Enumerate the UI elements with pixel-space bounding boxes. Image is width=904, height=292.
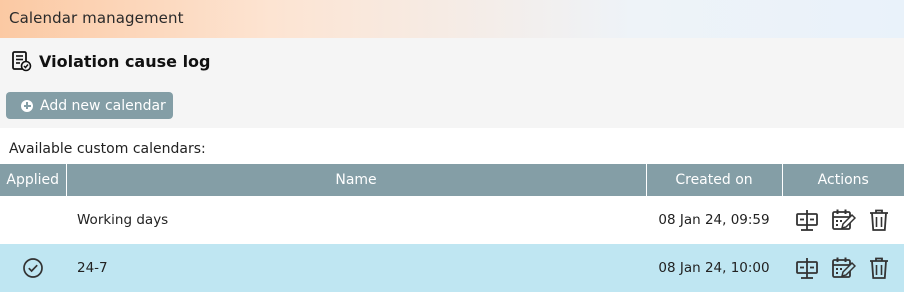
edit-calendar-icon[interactable] bbox=[830, 255, 856, 281]
calendars-table: Applied Name Created on Actions Working … bbox=[0, 164, 904, 292]
calendar-name: Working days bbox=[77, 212, 169, 228]
table-row[interactable]: Working days 08 Jan 24, 09:59 bbox=[0, 196, 904, 244]
add-calendar-button[interactable]: Add new calendar bbox=[6, 92, 173, 119]
actions-cell bbox=[782, 196, 904, 244]
applied-cell bbox=[0, 244, 66, 292]
add-calendar-label: Add new calendar bbox=[40, 97, 166, 114]
column-header-applied[interactable]: Applied bbox=[0, 164, 66, 196]
created-on: 08 Jan 24, 09:59 bbox=[658, 212, 770, 228]
edit-calendar-icon[interactable] bbox=[830, 207, 856, 233]
log-icon bbox=[12, 51, 32, 72]
apply-calendar-icon[interactable] bbox=[794, 255, 820, 281]
calendars-list-label: Available custom calendars: bbox=[9, 141, 206, 157]
plus-circle-icon bbox=[21, 99, 33, 112]
apply-calendar-icon[interactable] bbox=[794, 207, 820, 233]
page-title: Violation cause log bbox=[39, 51, 211, 71]
table-row[interactable]: 24-7 08 Jan 24, 10:00 bbox=[0, 244, 904, 292]
column-header-name[interactable]: Name bbox=[65, 164, 646, 196]
created-on: 08 Jan 24, 10:00 bbox=[646, 244, 782, 292]
calendar-name: 24-7 bbox=[66, 244, 646, 292]
top-bar: Calendar management bbox=[0, 0, 904, 38]
column-header-actions: Actions bbox=[781, 164, 904, 196]
app-title: Calendar management bbox=[9, 9, 184, 27]
column-header-created-on[interactable]: Created on bbox=[645, 164, 782, 196]
applied-cell bbox=[0, 196, 66, 244]
trash-icon[interactable] bbox=[866, 207, 892, 233]
trash-icon[interactable] bbox=[866, 255, 892, 281]
page-title-row: Violation cause log bbox=[10, 49, 211, 73]
table-header-row: Applied Name Created on Actions bbox=[0, 164, 904, 196]
applied-check-icon bbox=[23, 258, 43, 278]
actions-cell bbox=[782, 244, 904, 292]
